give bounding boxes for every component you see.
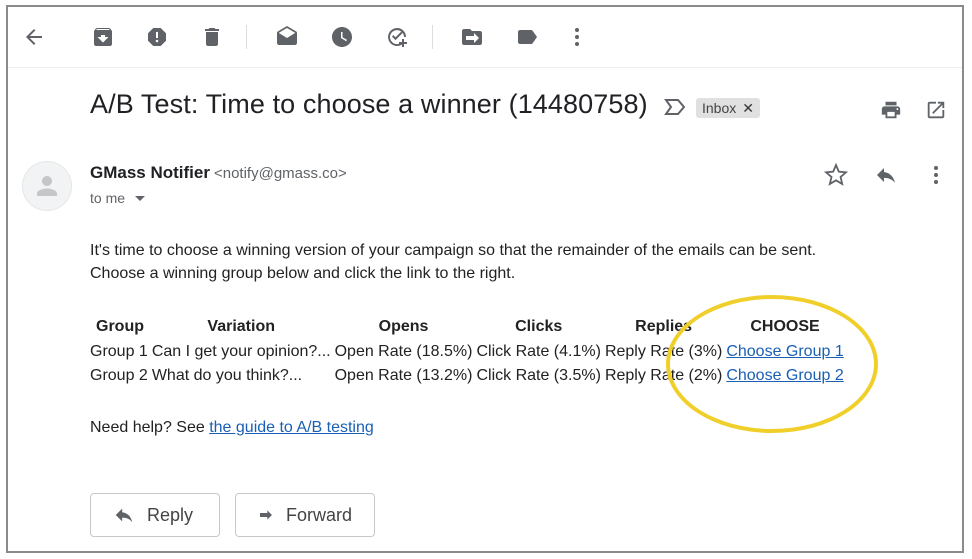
body-line-1: It's time to choose a winning version of… [90, 242, 817, 259]
cell-clicks: Click Rate (4.1%) [476, 343, 601, 360]
table-row: Group 2 What do you think?... Open Rate … [88, 364, 846, 388]
forward-button-label: Forward [285, 504, 352, 525]
header-variation: Variation [207, 318, 275, 335]
snooze-icon[interactable] [328, 23, 356, 51]
table-header-row: Group Variation Opens Clicks Replies CHO… [88, 315, 846, 340]
cell-clicks: Click Rate (3.5%) [476, 367, 601, 384]
cell-replies: Reply Rate (2%) [604, 367, 723, 384]
ab-testing-guide-link[interactable]: the guide to A/B testing [209, 419, 374, 436]
recipient-line: to me [90, 190, 146, 206]
reply-icon [115, 508, 133, 523]
sender-email: <notify@gmass.co> [213, 165, 347, 182]
cell-replies: Reply Rate (3%) [604, 343, 723, 360]
forward-icon [259, 510, 272, 520]
ab-test-results-table: Group Variation Opens Clicks Replies CHO… [88, 315, 846, 388]
chevron-down-icon[interactable] [135, 195, 146, 201]
sender-line: GMass Notifier <notify@gmass.co> [90, 163, 347, 183]
header-choose: CHOOSE [750, 318, 820, 335]
open-in-new-window-icon[interactable] [923, 97, 949, 123]
cell-opens: Open Rate (13.2%) [334, 367, 473, 384]
delete-icon[interactable] [198, 23, 226, 51]
inbox-label-chip: Inbox ✕ [696, 98, 760, 118]
report-spam-icon[interactable] [143, 23, 171, 51]
cell-group: Group 1 [90, 343, 148, 360]
inbox-label-text: Inbox [702, 100, 737, 116]
cell-opens: Open Rate (18.5%) [334, 343, 473, 360]
toolbar-divider [432, 25, 433, 49]
email-window: A/B Test: Time to choose a winner (14480… [6, 5, 964, 553]
move-to-icon[interactable] [458, 23, 486, 51]
more-options-icon[interactable] [923, 162, 949, 188]
toolbar [8, 7, 962, 68]
email-subject: A/B Test: Time to choose a winner (14480… [90, 89, 648, 119]
reply-button-label: Reply [147, 504, 194, 525]
header-opens: Opens [378, 318, 429, 335]
email-body: It's time to choose a winning version of… [90, 239, 816, 285]
importance-marker-icon[interactable] [664, 98, 686, 116]
header-group: Group [96, 318, 144, 335]
cell-variation: Can I get your opinion?... [151, 343, 331, 360]
recipient-text: to me [90, 190, 126, 206]
print-icon[interactable] [878, 97, 904, 123]
header-replies: Replies [635, 318, 693, 335]
person-icon [37, 176, 57, 196]
archive-icon[interactable] [89, 23, 117, 51]
header-clicks: Clicks [515, 318, 563, 335]
forward-button[interactable]: Forward [235, 493, 375, 537]
choose-group-1-link[interactable]: Choose Group 1 [726, 343, 843, 360]
choose-group-2-link[interactable]: Choose Group 2 [726, 367, 843, 384]
star-icon[interactable] [823, 162, 849, 188]
help-text: Need help? See [90, 419, 210, 436]
mark-unread-icon[interactable] [273, 23, 301, 51]
add-to-tasks-icon[interactable] [383, 23, 411, 51]
toolbar-divider [246, 25, 247, 49]
remove-label-icon[interactable]: ✕ [742, 100, 754, 117]
reply-icon[interactable] [873, 162, 899, 188]
help-line: Need help? See the guide to A/B testing [90, 419, 374, 437]
cell-group: Group 2 [90, 367, 148, 384]
cell-variation: What do you think?... [151, 367, 303, 384]
sender-avatar[interactable] [22, 161, 72, 211]
reply-button[interactable]: Reply [90, 493, 220, 537]
sender-name[interactable]: GMass Notifier [90, 163, 210, 182]
more-vert-icon[interactable] [563, 23, 591, 51]
label-icon[interactable] [513, 23, 541, 51]
body-line-2: Choose a winning group below and click t… [90, 265, 516, 282]
back-arrow-icon[interactable] [20, 23, 48, 51]
table-row: Group 1 Can I get your opinion?... Open … [88, 340, 846, 364]
